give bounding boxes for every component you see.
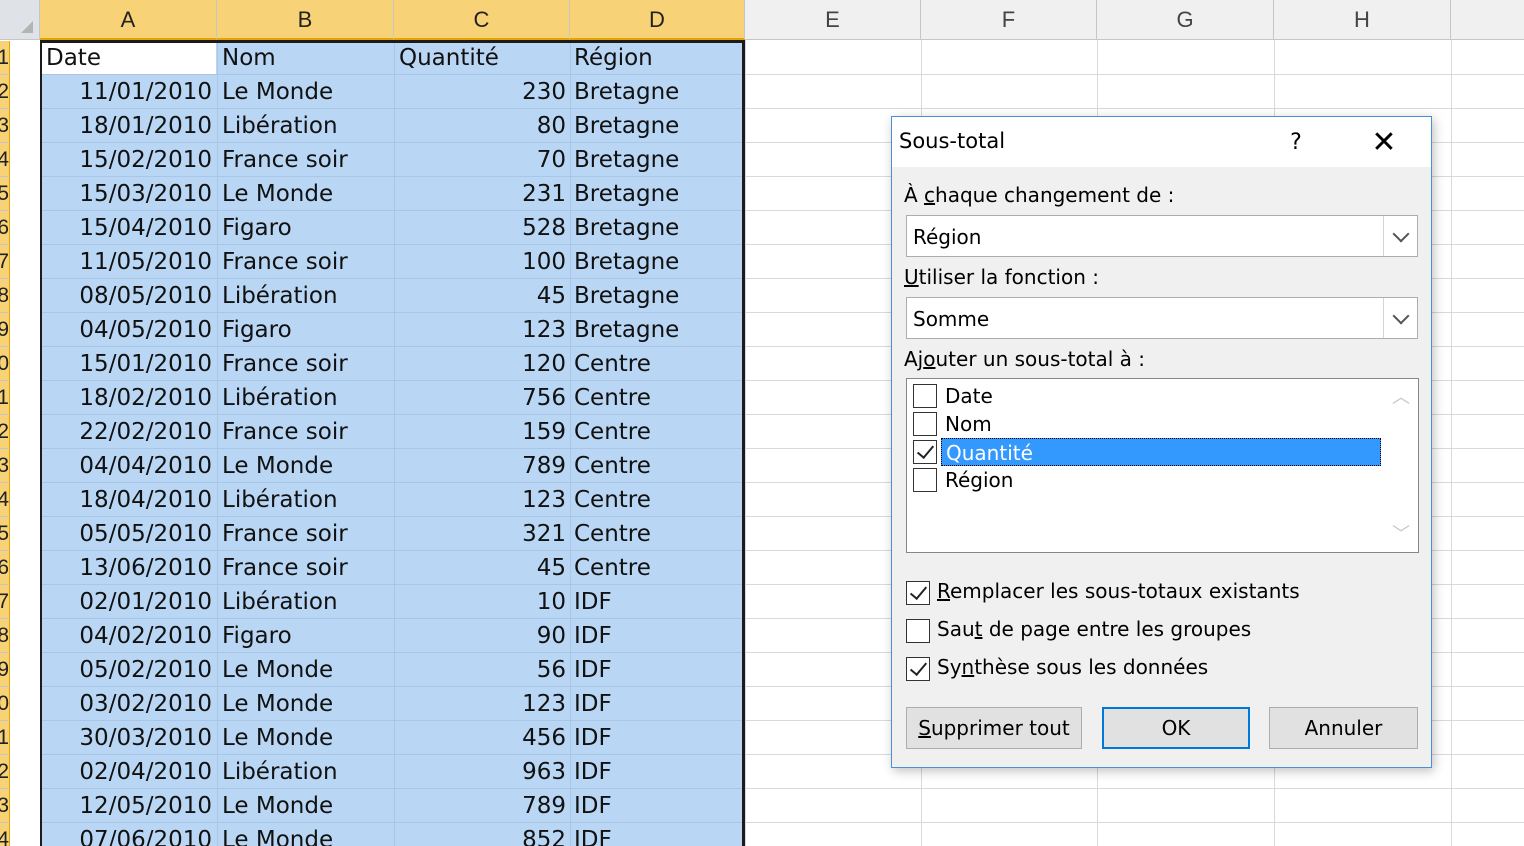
summary-below-label[interactable]: Synthèse sous les données — [937, 655, 1208, 679]
row-header-8[interactable]: 8 — [0, 279, 10, 313]
chevron-down-icon[interactable] — [1383, 298, 1417, 338]
summary-below-checkbox[interactable] — [906, 657, 930, 681]
field-label: Date — [945, 384, 993, 408]
row-header-17[interactable]: 17 — [0, 585, 10, 619]
row-header-22[interactable]: 22 — [0, 755, 10, 789]
page-break-label[interactable]: Saut de page entre les groupes — [937, 617, 1251, 641]
field-item[interactable]: Région — [911, 466, 1383, 494]
row-header-6[interactable]: 6 — [0, 211, 10, 245]
field-checkbox[interactable] — [913, 468, 937, 492]
row-header-5[interactable]: 5 — [0, 177, 10, 211]
group-by-label: À chaque changement de : — [904, 183, 1175, 207]
help-button[interactable]: ? — [1276, 125, 1316, 161]
row-header-15[interactable]: 15 — [0, 517, 10, 551]
column-header-h[interactable]: H — [1274, 0, 1451, 40]
column-header-row: A B C D E F G H — [0, 0, 1524, 40]
page-break-checkbox[interactable] — [906, 619, 930, 643]
select-all-corner[interactable] — [0, 0, 40, 40]
row-header-23[interactable]: 23 — [0, 789, 10, 823]
grid-line-horizontal — [745, 74, 1524, 75]
grid-line-vertical — [745, 40, 746, 846]
row-header-4[interactable]: 4 — [0, 143, 10, 177]
ok-button[interactable]: OK — [1102, 707, 1250, 749]
scroll-down-icon[interactable]: ﹀ — [1390, 524, 1412, 546]
subtotal-fields-list[interactable]: Date Nom Quantité Région ︿ ﹀ — [906, 378, 1419, 553]
grid-line-horizontal — [745, 108, 1524, 109]
function-label: Utiliser la fonction : — [904, 265, 1099, 289]
row-header-19[interactable]: 19 — [0, 653, 10, 687]
row-header-24[interactable]: 24 — [0, 823, 10, 846]
field-label: Quantité — [941, 438, 1381, 466]
group-by-value: Région — [913, 225, 982, 249]
column-header-g[interactable]: G — [1097, 0, 1274, 40]
dialog-titlebar[interactable]: Sous-total ? ✕ — [892, 117, 1431, 167]
field-item[interactable]: Date — [911, 382, 1383, 410]
column-header-a[interactable]: A — [40, 0, 217, 40]
close-icon[interactable]: ✕ — [1362, 125, 1406, 161]
field-checkbox[interactable] — [913, 412, 937, 436]
column-header-c[interactable]: C — [394, 0, 570, 40]
grid-line-horizontal — [745, 788, 1524, 789]
grid-line-horizontal — [745, 822, 1524, 823]
cancel-button[interactable]: Annuler — [1269, 707, 1418, 749]
dialog-title: Sous-total — [899, 129, 1006, 153]
column-header-d[interactable]: D — [570, 0, 745, 40]
row-header-2[interactable]: 2 — [0, 75, 10, 109]
selection-border — [40, 40, 745, 846]
column-header-f[interactable]: F — [921, 0, 1097, 40]
row-header-11[interactable]: 11 — [0, 381, 10, 415]
row-header-3[interactable]: 3 — [0, 109, 10, 143]
row-header-20[interactable]: 20 — [0, 687, 10, 721]
row-header-21[interactable]: 21 — [0, 721, 10, 755]
row-header-14[interactable]: 14 — [0, 483, 10, 517]
remove-all-button[interactable]: Supprimer tout — [906, 707, 1082, 749]
row-header-7[interactable]: 7 — [0, 245, 10, 279]
row-header-18[interactable]: 18 — [0, 619, 10, 653]
field-checkbox[interactable] — [913, 440, 937, 464]
scroll-up-icon[interactable]: ︿ — [1390, 387, 1412, 409]
column-header-i[interactable] — [1451, 0, 1524, 40]
field-checkbox[interactable] — [913, 384, 937, 408]
function-select[interactable]: Somme — [906, 297, 1418, 339]
row-header-10[interactable]: 10 — [0, 347, 10, 381]
field-label: Nom — [945, 412, 992, 436]
row-header-16[interactable]: 16 — [0, 551, 10, 585]
row-header-9[interactable]: 9 — [0, 313, 10, 347]
row-header-1[interactable]: 1 — [0, 41, 10, 75]
field-item[interactable]: Nom — [911, 410, 1383, 438]
replace-subtotals-checkbox[interactable] — [906, 581, 930, 605]
column-header-b[interactable]: B — [217, 0, 394, 40]
replace-subtotals-label[interactable]: Remplacer les sous-totaux existants — [937, 579, 1300, 603]
row-header-13[interactable]: 13 — [0, 449, 10, 483]
column-header-e[interactable]: E — [745, 0, 921, 40]
function-value: Somme — [913, 307, 990, 331]
grid-line-vertical — [1451, 40, 1452, 846]
group-by-select[interactable]: Région — [906, 215, 1418, 257]
subtotal-dialog: Sous-total ? ✕ À chaque changement de : … — [891, 116, 1432, 768]
add-subtotal-label: Ajouter un sous-total à : — [904, 347, 1146, 371]
field-label: Région — [945, 468, 1014, 492]
row-header-12[interactable]: 12 — [0, 415, 10, 449]
chevron-down-icon[interactable] — [1383, 216, 1417, 256]
field-item[interactable]: Quantité — [911, 438, 1383, 466]
